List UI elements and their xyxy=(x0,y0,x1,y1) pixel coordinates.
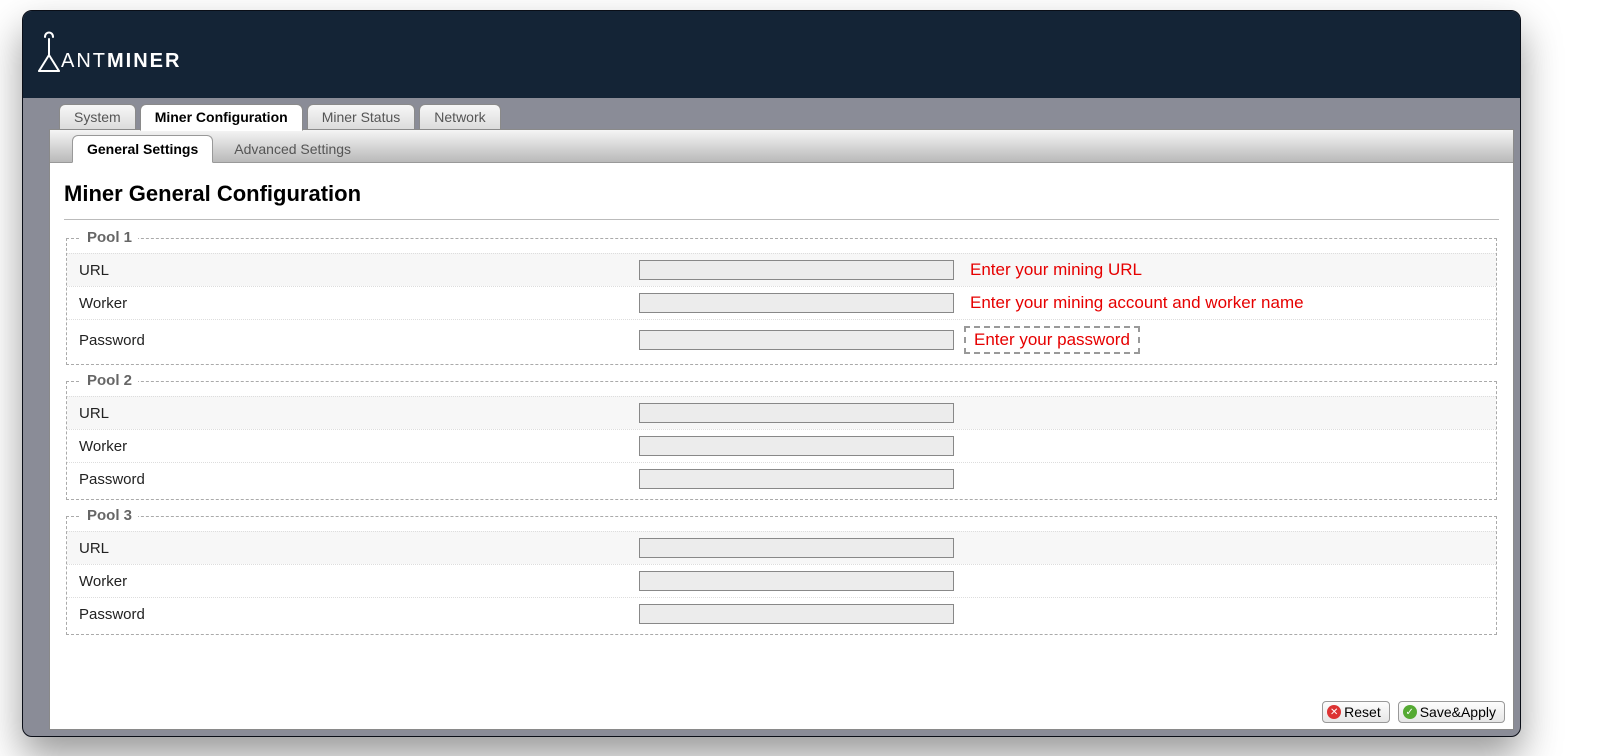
pool-1-url-hint: Enter your mining URL xyxy=(970,260,1142,280)
antminer-logo-icon xyxy=(35,29,63,73)
pool-1-worker-label: Worker xyxy=(79,295,639,312)
pool-3-password-row: Password xyxy=(67,597,1496,630)
app-window: ANTMINER System Miner Configuration Mine… xyxy=(22,10,1521,737)
save-apply-button-label: Save&Apply xyxy=(1420,704,1496,720)
pool-3-password-input[interactable] xyxy=(639,604,954,624)
brand-prefix: ANT xyxy=(61,50,107,72)
brand-logo: ANTMINER xyxy=(35,29,181,73)
pool-1-url-label: URL xyxy=(79,262,639,279)
pool-3-section: Pool 3 URL Worker Password xyxy=(66,516,1497,635)
reset-button-label: Reset xyxy=(1344,704,1381,720)
pool-1-password-hint: Enter your password xyxy=(964,326,1140,354)
pool-3-url-input[interactable] xyxy=(639,538,954,558)
top-header: ANTMINER xyxy=(23,11,1520,98)
close-icon: ✕ xyxy=(1327,705,1341,719)
pool-2-url-input[interactable] xyxy=(639,403,954,423)
pool-2-legend: Pool 2 xyxy=(81,372,138,389)
pool-2-worker-label: Worker xyxy=(79,438,639,455)
pool-3-worker-input[interactable] xyxy=(639,571,954,591)
pool-3-legend: Pool 3 xyxy=(81,507,138,524)
pool-3-url-label: URL xyxy=(79,540,639,557)
pool-2-url-label: URL xyxy=(79,405,639,422)
pool-2-password-label: Password xyxy=(79,471,639,488)
subtab-general-settings[interactable]: General Settings xyxy=(72,135,213,163)
pool-2-worker-row: Worker xyxy=(67,429,1496,462)
tab-system[interactable]: System xyxy=(59,104,136,131)
title-divider xyxy=(64,219,1499,220)
pool-1-worker-hint: Enter your mining account and worker nam… xyxy=(970,293,1304,313)
main-tabs: System Miner Configuration Miner Status … xyxy=(59,104,501,131)
pool-1-worker-input[interactable] xyxy=(639,293,954,313)
reset-button[interactable]: ✕ Reset xyxy=(1322,701,1390,723)
sub-tabs: General Settings Advanced Settings xyxy=(50,130,1513,163)
tab-miner-configuration[interactable]: Miner Configuration xyxy=(140,104,303,131)
page-title: Miner General Configuration xyxy=(64,181,1503,207)
pool-1-password-row: Password Enter your password xyxy=(67,319,1496,360)
pool-3-worker-label: Worker xyxy=(79,573,639,590)
brand-suffix: MINER xyxy=(107,50,181,72)
page-content: Miner General Configuration Pool 1 URL E… xyxy=(50,163,1513,661)
pool-2-password-row: Password xyxy=(67,462,1496,495)
content-panel: General Settings Advanced Settings Miner… xyxy=(49,129,1514,730)
pool-1-url-row: URL Enter your mining URL xyxy=(67,253,1496,286)
pool-1-url-input[interactable] xyxy=(639,260,954,280)
pool-1-legend: Pool 1 xyxy=(81,229,138,246)
pool-3-url-row: URL xyxy=(67,531,1496,564)
action-buttons: ✕ Reset ✓ Save&Apply xyxy=(1322,701,1505,723)
pool-2-section: Pool 2 URL Worker Password xyxy=(66,381,1497,500)
save-apply-button[interactable]: ✓ Save&Apply xyxy=(1398,701,1505,723)
pool-2-worker-input[interactable] xyxy=(639,436,954,456)
pool-2-url-row: URL xyxy=(67,396,1496,429)
pool-1-password-label: Password xyxy=(79,332,639,349)
pool-1-section: Pool 1 URL Enter your mining URL Worker … xyxy=(66,238,1497,365)
pool-1-worker-row: Worker Enter your mining account and wor… xyxy=(67,286,1496,319)
tab-miner-status[interactable]: Miner Status xyxy=(307,104,416,131)
check-icon: ✓ xyxy=(1403,705,1417,719)
pool-3-worker-row: Worker xyxy=(67,564,1496,597)
pool-2-password-input[interactable] xyxy=(639,469,954,489)
pool-1-password-input[interactable] xyxy=(639,330,954,350)
tab-network[interactable]: Network xyxy=(419,104,500,131)
subtab-advanced-settings[interactable]: Advanced Settings xyxy=(219,135,366,162)
pool-3-password-label: Password xyxy=(79,606,639,623)
